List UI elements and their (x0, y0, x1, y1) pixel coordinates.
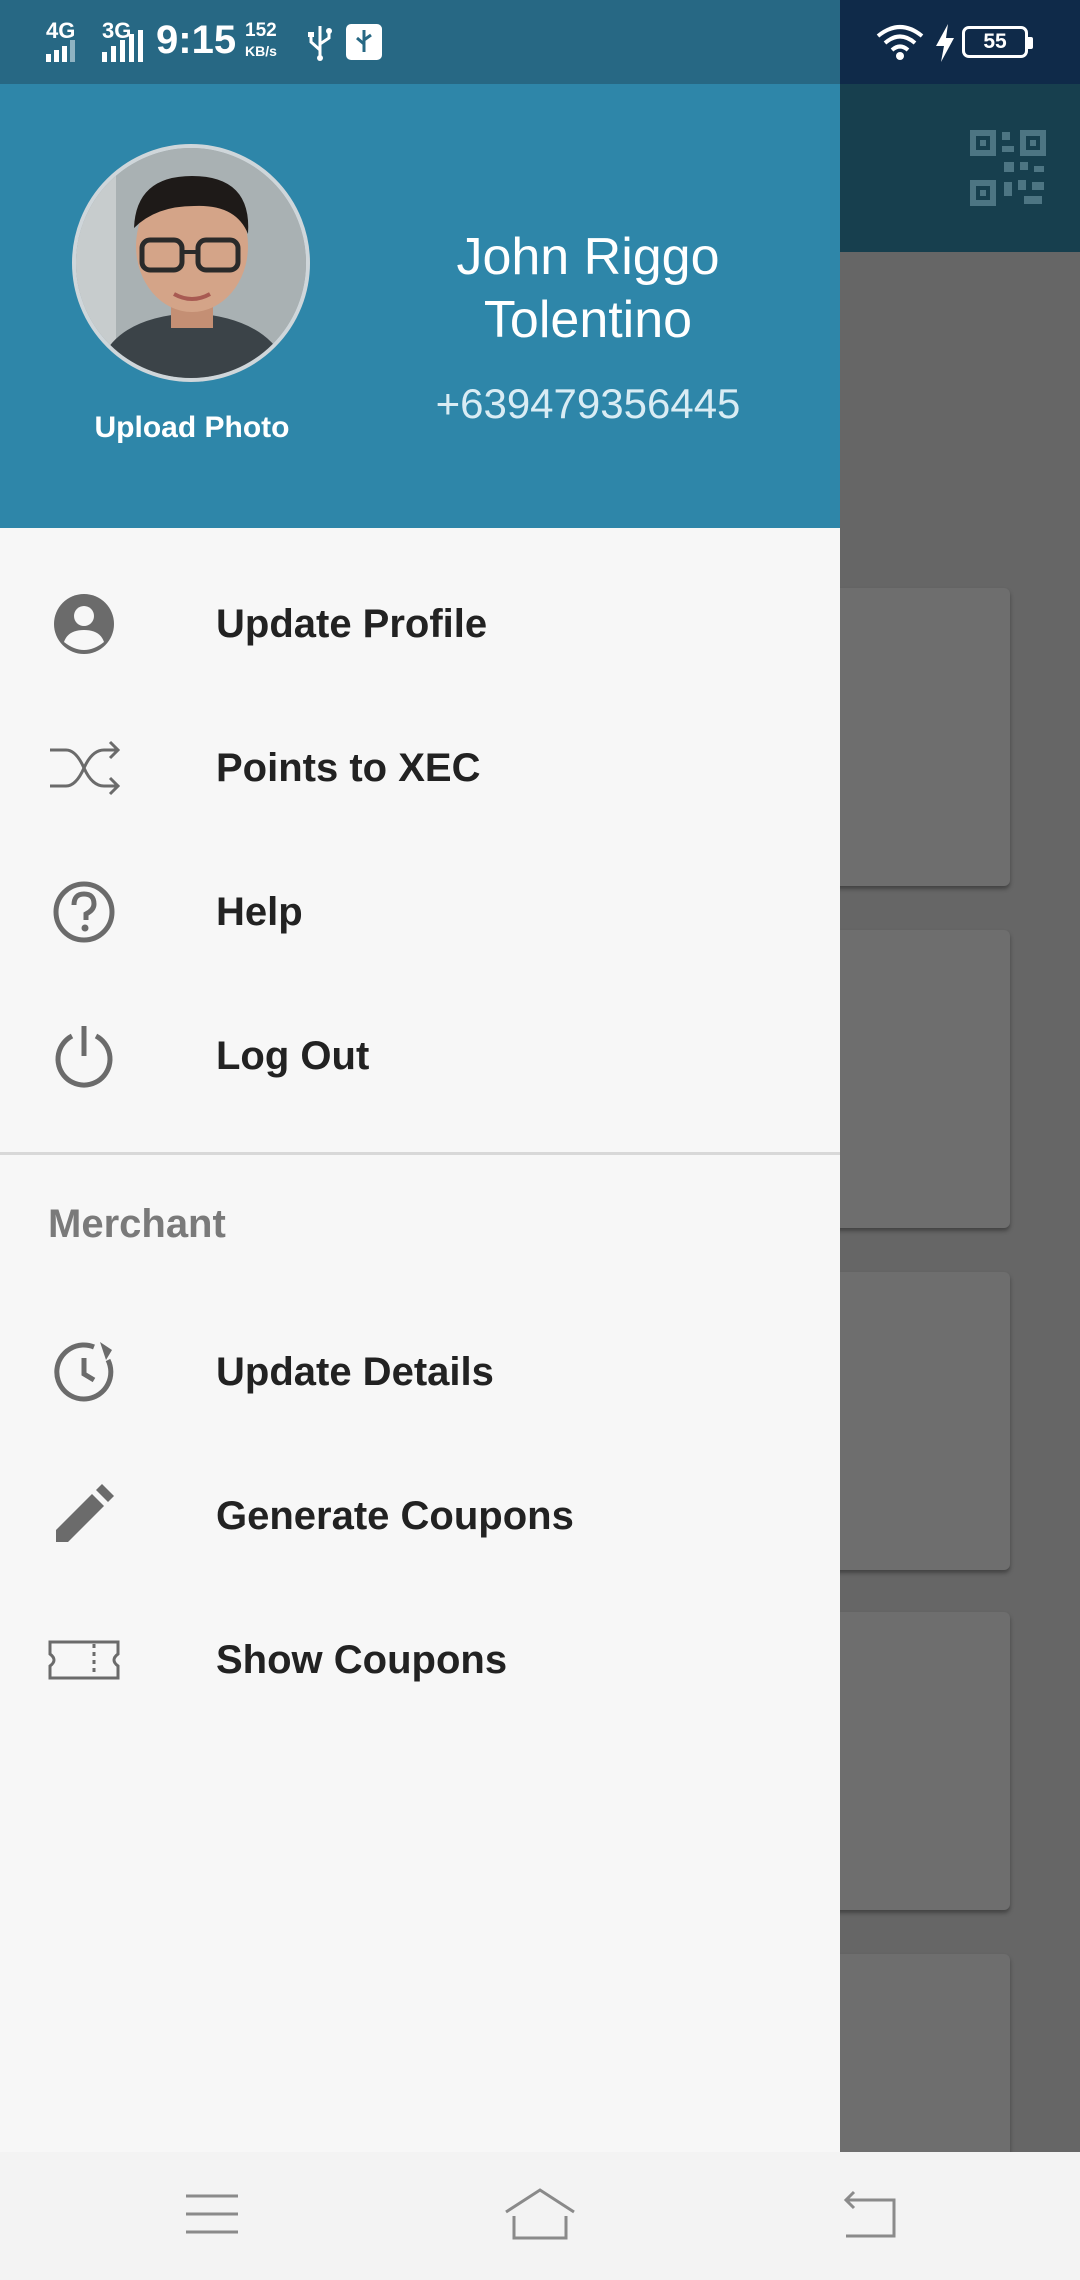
clock: 9:15 (156, 18, 237, 62)
help-circle-icon (53, 881, 115, 943)
charging-icon (936, 24, 954, 62)
back-icon[interactable] (830, 2182, 910, 2246)
user-name: John Riggo Tolentino (456, 228, 720, 349)
menu-divider (0, 1152, 840, 1155)
network-speed-value: 152 (245, 20, 277, 41)
battery-icon: 55 (962, 26, 1033, 58)
menu-item-label: Help (216, 890, 303, 934)
signal-icon-2 (102, 30, 143, 62)
battery-level: 55 (983, 30, 1007, 53)
navigation-drawer: Upload Photo John Riggo Tolentino +63947… (0, 84, 840, 2152)
system-navigation-bar (0, 2152, 1080, 2280)
menu-item-help[interactable]: Help (0, 840, 840, 984)
wifi-icon (876, 25, 924, 60)
menu-item-label: Log Out (216, 1034, 370, 1078)
pencil-icon (56, 1484, 114, 1542)
menu-icon[interactable] (172, 2182, 252, 2246)
menu-item-show-coupons[interactable]: Show Coupons (0, 1588, 840, 1732)
usb-debugging-icon (346, 24, 382, 60)
update-icon (54, 1342, 114, 1402)
drawer-header: Upload Photo John Riggo Tolentino +63947… (0, 84, 840, 528)
qr-code-icon[interactable] (970, 130, 1046, 206)
power-icon (55, 1026, 113, 1088)
menu-item-log-out[interactable]: Log Out (0, 984, 840, 1128)
profile-photo (76, 148, 306, 378)
account-circle-icon (54, 594, 114, 654)
menu-item-label: Update Details (216, 1350, 494, 1394)
menu-item-update-details[interactable]: Update Details (0, 1300, 840, 1444)
menu-item-update-profile[interactable]: Update Profile (0, 552, 840, 696)
menu-item-label: Points to XEC (216, 746, 481, 790)
menu-item-label: Show Coupons (216, 1638, 508, 1682)
shuffle-icon (50, 740, 120, 796)
usb-icon (308, 26, 332, 61)
user-phone: +639479356445 (435, 380, 741, 427)
network-speed-unit: KB/s (245, 43, 277, 59)
menu-item-generate-coupons[interactable]: Generate Coupons (0, 1444, 840, 1588)
home-icon[interactable] (500, 2182, 580, 2246)
signal-icon-1 (46, 40, 75, 62)
menu-item-label: Generate Coupons (216, 1494, 574, 1538)
avatar[interactable] (72, 144, 310, 382)
ticket-icon (48, 1640, 120, 1680)
status-bar: 4G 3G 9:15 152 KB/s 55 (0, 0, 1080, 84)
menu-item-label: Update Profile (216, 602, 488, 646)
menu-item-points-to-xec[interactable]: Points to XEC (0, 696, 840, 840)
upload-photo-button[interactable]: Upload Photo (92, 410, 292, 445)
merchant-section-title: Merchant (48, 1202, 226, 1246)
